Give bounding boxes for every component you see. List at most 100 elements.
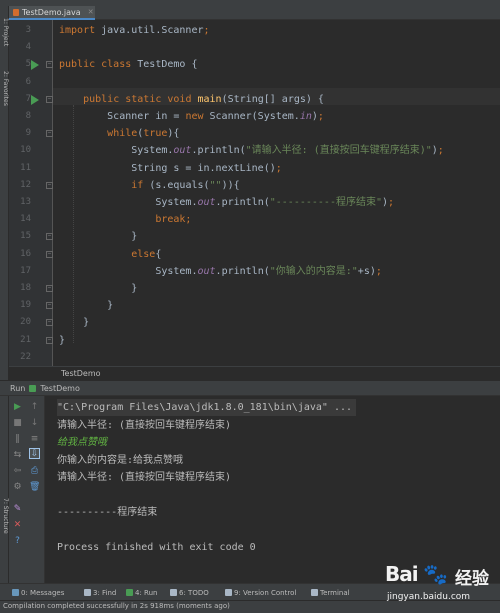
- console-line: 请输入半径: (直接按回车键程序结束): [57, 419, 232, 431]
- print-icon[interactable]: ⎙: [29, 466, 40, 477]
- fold-marker-icon[interactable]: −: [46, 233, 53, 241]
- status-message: Compilation completed successfully in 2s…: [3, 602, 230, 610]
- code-token: java.util.Scanner: [95, 25, 204, 36]
- watermark-logo-cn: 经验: [455, 569, 489, 589]
- fold-marker-icon[interactable]: −: [46, 302, 53, 310]
- code-token: "请输入半径: (直接按回车键程序结束)": [245, 145, 432, 157]
- code-line: import java.util.Scanner;: [53, 22, 500, 39]
- code-line: System.out.println("你输入的内容是:"+s);: [53, 263, 500, 280]
- code-token: }: [59, 317, 90, 329]
- restore-layout-icon[interactable]: ⇆: [12, 450, 23, 461]
- code-token: ;: [388, 197, 395, 208]
- favorites-tool-tab[interactable]: 2: Favorites: [0, 68, 9, 108]
- code-token: String s = in.nextLine(): [59, 162, 276, 174]
- line-number: 22: [20, 351, 31, 362]
- code-token: new: [185, 111, 204, 122]
- java-file-icon: [13, 8, 19, 16]
- tool-window-6-todo[interactable]: 6: TODO: [170, 586, 209, 599]
- run-config-tab[interactable]: TestDemo: [40, 384, 80, 393]
- run-arrow-icon: [31, 94, 39, 105]
- code-token: (String[] args) {: [221, 93, 324, 105]
- settings-icon[interactable]: ⚙: [12, 482, 23, 493]
- code-token: in: [299, 111, 312, 122]
- fold-marker-icon[interactable]: −: [46, 336, 53, 344]
- code-line: while(true){: [53, 125, 500, 142]
- code-line: }: [53, 228, 500, 245]
- tool-window-icon: [12, 589, 19, 596]
- run-config-icon: [29, 384, 37, 392]
- tool-window-3-find[interactable]: 3: Find: [84, 586, 116, 599]
- code-token: TestDemo {: [131, 59, 198, 71]
- breadcrumb-class[interactable]: TestDemo: [61, 369, 101, 378]
- dump-threads-icon[interactable]: ⇦: [12, 466, 23, 477]
- clear-all-icon[interactable]: 🗑: [29, 482, 40, 493]
- run-gutter-icon[interactable]: [31, 94, 40, 105]
- code-token: out: [197, 197, 216, 208]
- fold-marker-icon[interactable]: −: [46, 319, 53, 327]
- structure-tool-tab[interactable]: 7: Structure: [0, 496, 9, 536]
- code-token: {: [155, 248, 162, 260]
- line-number: 12: [20, 179, 31, 190]
- run-toolbar: ▶ ↑ ■ ↓ ‖ ≡ ⇆ ⇩ ⇦ ⎙ ⚙ 🗑 ✎ ✕ ?: [9, 396, 45, 583]
- code-token: import: [59, 25, 96, 36]
- line-number: 19: [20, 300, 31, 311]
- pause-icon[interactable]: ‖: [12, 434, 23, 445]
- run-gutter-icon[interactable]: [31, 60, 40, 71]
- line-number: 5: [25, 59, 31, 70]
- tool-window-9-version-control[interactable]: 9: Version Control: [225, 586, 296, 599]
- line-number: 11: [20, 162, 31, 173]
- code-token: "你输入的内容是:": [269, 265, 358, 277]
- console-line: ----------程序结束: [57, 507, 158, 518]
- run-arrow-icon: [31, 60, 39, 71]
- stop-icon[interactable]: ■: [12, 418, 23, 429]
- fold-marker-icon[interactable]: −: [46, 285, 53, 292]
- tool-window-4-run[interactable]: 4: Run: [126, 586, 157, 599]
- code-token: ;: [203, 25, 210, 36]
- code-token: Scanner(System.: [203, 111, 300, 122]
- line-number: 3: [25, 25, 31, 35]
- project-tool-tab[interactable]: 1: Project: [0, 12, 9, 52]
- fold-marker-icon[interactable]: −: [46, 250, 53, 258]
- tool-window-icon: [84, 589, 91, 596]
- pin-tab-icon[interactable]: ✎: [12, 504, 23, 515]
- code-token: ;: [375, 265, 382, 277]
- editor-tab-testdemo[interactable]: TestDemo.java ✕: [9, 6, 95, 20]
- tool-window-icon: [311, 589, 318, 596]
- code-token: )){: [221, 179, 240, 191]
- line-number: 13: [20, 197, 31, 207]
- close-icon[interactable]: ✕: [88, 8, 94, 16]
- tool-window-label: Terminal: [320, 588, 350, 597]
- console-output[interactable]: "C:\Program Files\Java\jdk1.8.0_181\bin\…: [45, 396, 500, 583]
- close-run-icon[interactable]: ✕: [12, 520, 23, 531]
- tool-window-terminal[interactable]: Terminal: [311, 586, 350, 599]
- code-editor[interactable]: 3 4 5 − 6 7 − 8 9 − 10 11 12 − 13 14 15 − 16 − 17 18 − 19 − 20 − 21…: [9, 20, 500, 366]
- fold-marker-icon[interactable]: −: [46, 95, 53, 103]
- code-line: System.out.println("请输入半径: (直接按回车键程序结束)"…: [53, 142, 500, 159]
- soft-wrap-icon[interactable]: ≡: [29, 434, 40, 445]
- console-line: 你输入的内容是:给我点赞哦: [57, 454, 184, 466]
- scroll-to-end-icon[interactable]: ⇩: [29, 448, 40, 459]
- code-token: ;: [317, 111, 324, 122]
- line-number: 16: [20, 248, 31, 259]
- fold-marker-icon[interactable]: −: [46, 61, 53, 69]
- line-number: 9: [25, 128, 31, 139]
- console-line: Process finished with exit code 0: [57, 542, 256, 553]
- tool-window-0-messages[interactable]: 0: Messages: [12, 586, 64, 599]
- code-token: public static void: [83, 93, 192, 105]
- scroll-down-icon[interactable]: ↓: [29, 418, 40, 429]
- console-line: 请输入半径: (直接按回车键程序结束): [57, 472, 232, 483]
- fold-marker-icon[interactable]: −: [46, 130, 53, 138]
- breadcrumb[interactable]: TestDemo: [9, 366, 500, 380]
- help-icon[interactable]: ?: [12, 536, 23, 547]
- rerun-icon[interactable]: ▶: [12, 402, 23, 413]
- line-number: 7: [25, 93, 31, 104]
- scroll-up-icon[interactable]: ↑: [29, 402, 40, 413]
- code-area[interactable]: import java.util.Scanner; public class Te…: [53, 20, 500, 366]
- code-token: }: [59, 231, 138, 243]
- code-line: }: [53, 332, 500, 349]
- fold-marker-icon[interactable]: −: [46, 181, 53, 189]
